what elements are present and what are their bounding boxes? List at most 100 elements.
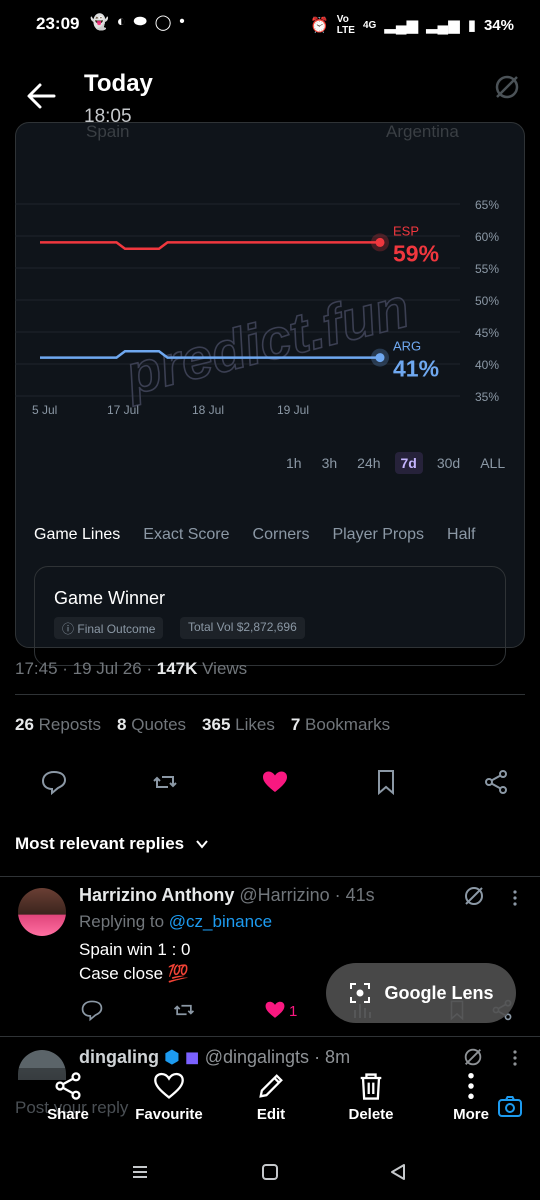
network-label: 4G — [362, 19, 377, 31]
google-lens-button[interactable]: Google Lens — [326, 963, 516, 1023]
y-tick-label: 65% — [475, 198, 499, 212]
final-outcome-label: Final Outcome — [77, 622, 156, 636]
whatsapp-icon: ◯ — [154, 14, 172, 31]
page-title: Today — [84, 70, 153, 97]
verified-badge-icon: ⬢ — [164, 1047, 180, 1067]
series-label-esp: ESP — [393, 223, 419, 238]
share-icon[interactable] — [482, 768, 510, 796]
sheet-share-button[interactable]: Share — [28, 1070, 108, 1123]
info-icon: ⓘ — [62, 622, 75, 636]
reply-text-line1: Spain win 1 : 0 — [79, 940, 191, 959]
game-winner-card[interactable] — [34, 566, 506, 666]
battery-icon: ▮ — [467, 17, 476, 34]
timeframe-all[interactable]: ALL — [474, 452, 511, 474]
more-icon[interactable] — [508, 888, 522, 908]
series-line-esp — [40, 241, 380, 251]
reply-author[interactable]: dingaling ⬢ ◼ @dingalingts · 8m — [79, 1047, 350, 1068]
sheet-favourite-button[interactable]: Favourite — [129, 1070, 209, 1123]
views-label: Views — [197, 659, 248, 678]
tab-exact-score[interactable]: Exact Score — [143, 526, 229, 544]
tab-player-props[interactable]: Player Props — [332, 526, 424, 544]
sheet-delete-button[interactable]: Delete — [331, 1070, 411, 1123]
game-winner-title: Game Winner — [54, 588, 166, 608]
repost-icon[interactable] — [151, 768, 179, 796]
signal-icon: ▂▄▆ — [384, 17, 418, 34]
team-left-label: Spain — [86, 122, 130, 141]
bookmarks-stat[interactable]: 7 Bookmarks — [291, 715, 390, 735]
reply-icon[interactable] — [40, 768, 68, 796]
google-lens-label: Google Lens — [384, 982, 494, 1003]
reply-text-line2: Case close 💯 — [79, 964, 189, 983]
y-tick-label: 55% — [475, 262, 499, 276]
timeframe-1h[interactable]: 1h — [280, 452, 308, 474]
x-tick-label: 5 Jul — [32, 403, 57, 417]
reply-icon[interactable] — [80, 998, 104, 1022]
affiliate-icon: ◼ — [184, 1047, 200, 1067]
more-icon[interactable] — [508, 1048, 522, 1068]
messenger-icon: ◐ — [116, 13, 126, 30]
trash-icon — [360, 1073, 382, 1100]
timeframe-7d[interactable]: 7d — [394, 452, 423, 474]
divider — [15, 694, 525, 695]
sheet-edit-label: Edit — [256, 1106, 286, 1123]
system-nav-bar — [0, 1148, 540, 1200]
sheet-favourite-label: Favourite — [135, 1106, 203, 1123]
reply-like-count: 1 — [289, 1003, 298, 1020]
snapchat-icon: 👻 — [90, 14, 109, 31]
like-icon-filled[interactable] — [261, 768, 289, 796]
watermark: predict.fun — [117, 275, 415, 407]
sheet-more-label: More — [453, 1106, 489, 1123]
sheet-share-label: Share — [47, 1106, 89, 1123]
y-tick-label: 35% — [475, 390, 499, 404]
grok-icon[interactable] — [462, 884, 486, 908]
back-arrow-icon[interactable] — [22, 76, 62, 116]
tab-game-lines[interactable]: Game Lines — [34, 526, 120, 544]
y-tick-label: 60% — [475, 230, 499, 244]
series-endpoint-arg — [375, 353, 385, 363]
reply-author[interactable]: Harrizino Anthony @Harrizino · 41s — [79, 885, 375, 906]
grok-icon[interactable] — [462, 1046, 484, 1068]
timeframe-30d[interactable]: 30d — [431, 452, 466, 474]
replying-to: Replying to @cz_binance — [79, 912, 273, 931]
alarm-icon: ⏰ — [310, 17, 329, 34]
sheet-more-button[interactable]: More — [431, 1070, 511, 1123]
grok-icon[interactable] — [492, 72, 522, 102]
y-tick-label: 40% — [475, 358, 499, 372]
avatar[interactable] — [18, 888, 66, 936]
y-tick-label: 45% — [475, 326, 499, 340]
tab-half[interactable]: Half — [447, 526, 475, 544]
back-icon[interactable] — [388, 1162, 408, 1182]
home-icon[interactable] — [260, 1162, 280, 1182]
x-tick-label: 18 Jul — [192, 403, 224, 417]
recents-icon[interactable] — [130, 1162, 150, 1182]
bookmark-icon[interactable] — [372, 768, 400, 796]
series-value-arg: 41% — [393, 356, 439, 382]
replies-filter[interactable]: Most relevant replies — [15, 834, 210, 854]
sheet-edit-button[interactable]: Edit — [231, 1070, 311, 1123]
x-tick-label: 19 Jul — [277, 403, 309, 417]
sheet-delete-label: Delete — [348, 1106, 394, 1123]
series-label-arg: ARG — [393, 339, 421, 354]
tab-corners[interactable]: Corners — [253, 526, 310, 544]
repost-icon[interactable] — [172, 998, 196, 1022]
timeframe-3h[interactable]: 3h — [316, 452, 344, 474]
pill-icon: ⬬ — [133, 13, 147, 30]
quotes-stat[interactable]: 8 Quotes — [117, 715, 186, 735]
google-lens-icon — [350, 983, 371, 1003]
status-time: 23:09 — [36, 14, 80, 33]
status-right: ⏰ Vo LTE 4G ▂▄▆ ▂▄▆ ▮ 34% — [310, 14, 514, 36]
heart-outline-icon — [154, 1072, 184, 1099]
final-outcome-pill: ⓘ Final Outcome — [54, 617, 164, 639]
odds-chart: 65% 60% 55% 50% 45% 40% 35% predict.fun 5 Jul 17 … — [15, 198, 499, 417]
like-icon-filled[interactable] — [264, 999, 286, 1021]
mention-link[interactable]: @cz_binance — [169, 912, 272, 931]
total-volume-pill: Total Vol $2,872,696 — [180, 617, 305, 639]
dot-icon: • — [179, 13, 185, 30]
timeframe-24h[interactable]: 24h — [351, 452, 386, 474]
reposts-stat[interactable]: 26 Reposts — [15, 715, 101, 735]
post-stats: 26 Reposts 8 Quotes 365 Likes 7 Bookmark… — [15, 715, 390, 735]
signal2-icon: ▂▄▆ — [426, 17, 460, 34]
pencil-icon — [259, 1074, 283, 1098]
series-value-esp: 59% — [393, 240, 439, 266]
likes-stat[interactable]: 365 Likes — [202, 715, 275, 735]
